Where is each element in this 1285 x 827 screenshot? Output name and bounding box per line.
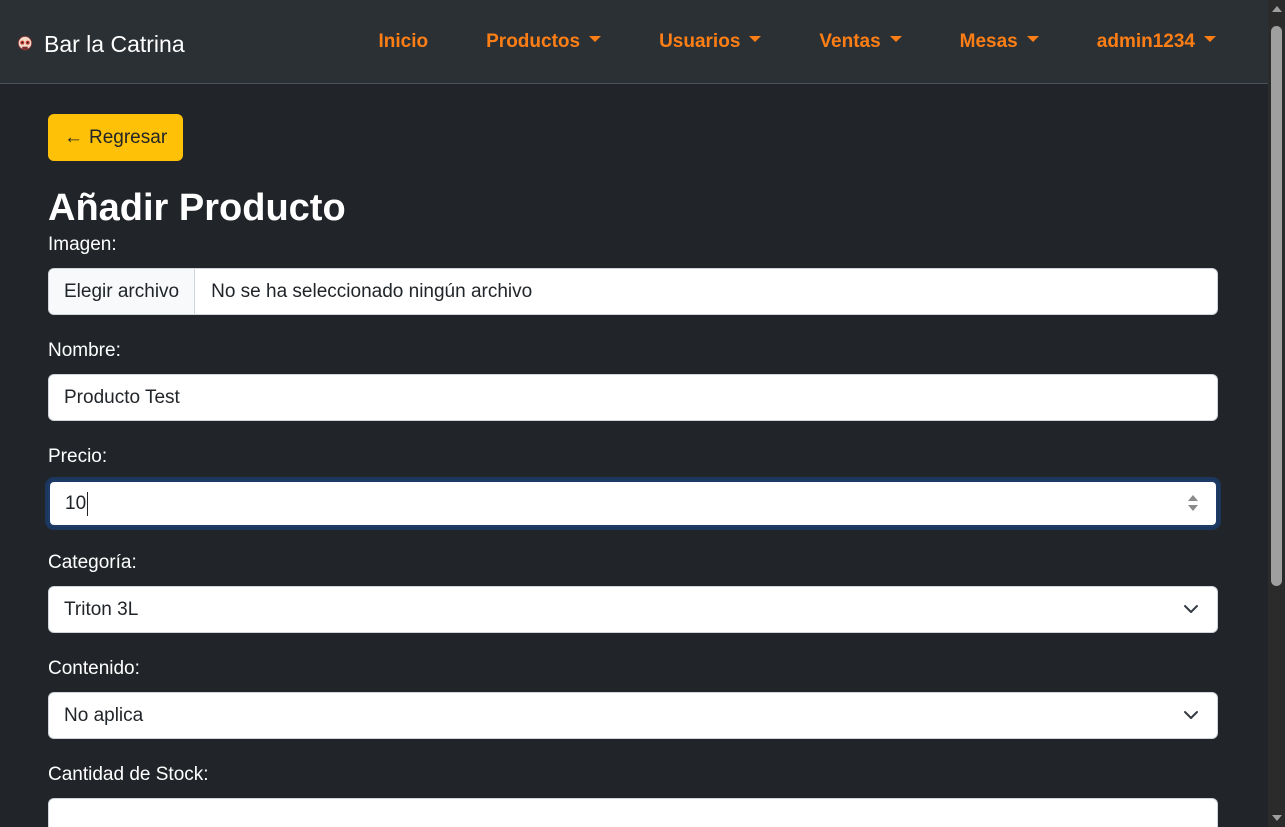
chevron-down-icon (1184, 711, 1198, 719)
contenido-select[interactable]: No aplica (48, 692, 1218, 739)
nav-mesas-label: Mesas (959, 31, 1018, 52)
file-status-text: No se ha seleccionado ningún archivo (211, 280, 533, 302)
contenido-group: Contenido: No aplica (48, 657, 1218, 739)
scroll-down-icon[interactable] (1272, 815, 1282, 821)
number-spinner[interactable] (1188, 495, 1198, 511)
main-content: ← Regresar Añadir Producto Imagen: Elegi… (48, 114, 1218, 827)
choose-file-button[interactable]: Elegir archivo (49, 269, 196, 314)
stock-label: Cantidad de Stock: (48, 764, 209, 785)
contenido-selected: No aplica (64, 704, 144, 726)
nav-usuarios-dropdown[interactable]: Usuarios (659, 31, 762, 53)
precio-value: 10 (65, 492, 87, 514)
imagen-label: Imagen: (48, 234, 117, 255)
nav-user-dropdown[interactable]: admin1234 (1097, 31, 1216, 53)
categoria-group: Categoría: Triton 3L (48, 551, 1218, 633)
caret-down-icon (1026, 36, 1039, 42)
viewport: Bar la Catrina Inicio Productos Usuarios… (0, 0, 1285, 827)
imagen-group: Imagen: Elegir archivo No se ha seleccio… (48, 233, 1218, 315)
caret-down-icon (889, 36, 902, 42)
spinner-down-icon[interactable] (1188, 505, 1198, 511)
back-button[interactable]: ← Regresar (48, 114, 184, 161)
precio-group: Precio: 10 (48, 445, 1218, 527)
back-button-label: Regresar (89, 126, 168, 148)
text-cursor (87, 491, 89, 516)
caret-down-icon (589, 36, 602, 42)
nav-productos-dropdown[interactable]: Productos (486, 31, 602, 53)
brand-name: Bar la Catrina (44, 30, 185, 57)
brand-link[interactable]: Bar la Catrina (16, 28, 185, 60)
scroll-thumb[interactable] (1271, 26, 1282, 586)
nombre-input[interactable]: Producto Test (48, 374, 1218, 421)
scroll-up-icon[interactable] (1272, 6, 1282, 12)
nav-ventas-label: Ventas (819, 31, 881, 52)
vertical-scrollbar[interactable] (1268, 0, 1285, 827)
nav-inicio[interactable]: Inicio (379, 31, 429, 53)
nav-user-label: admin1234 (1096, 31, 1195, 52)
skull-icon (17, 35, 33, 51)
caret-down-icon (1204, 36, 1216, 42)
nav-ventas-dropdown[interactable]: Ventas (819, 31, 902, 53)
page-title: Añadir Producto (48, 187, 346, 229)
nombre-value: Producto Test (64, 386, 180, 408)
caret-down-icon (749, 36, 762, 42)
categoria-selected: Triton 3L (64, 598, 139, 620)
nav-mesas-dropdown[interactable]: Mesas (960, 31, 1039, 53)
imagen-file-input[interactable]: Elegir archivo No se ha seleccionado nin… (48, 268, 1218, 315)
nav-inicio-label: Inicio (378, 31, 429, 52)
arrow-left-icon: ← (64, 126, 83, 148)
stock-input[interactable] (48, 798, 1218, 827)
nav-links: Inicio Productos Usuarios Ventas Mesas a… (379, 31, 1216, 53)
contenido-label: Contenido: (48, 658, 140, 679)
nombre-label: Nombre: (48, 340, 121, 361)
precio-input[interactable]: 10 (48, 480, 1218, 527)
nav-usuarios-label: Usuarios (659, 31, 741, 52)
categoria-select[interactable]: Triton 3L (48, 586, 1218, 633)
spinner-up-icon[interactable] (1188, 495, 1198, 501)
stock-group: Cantidad de Stock: (48, 763, 1218, 827)
nav-productos-label: Productos (486, 31, 581, 52)
categoria-label: Categoría: (48, 552, 137, 573)
chevron-down-icon (1184, 605, 1198, 613)
precio-label: Precio: (48, 446, 108, 467)
nombre-group: Nombre: Producto Test (48, 339, 1218, 421)
navbar: Bar la Catrina Inicio Productos Usuarios… (0, 0, 1268, 84)
